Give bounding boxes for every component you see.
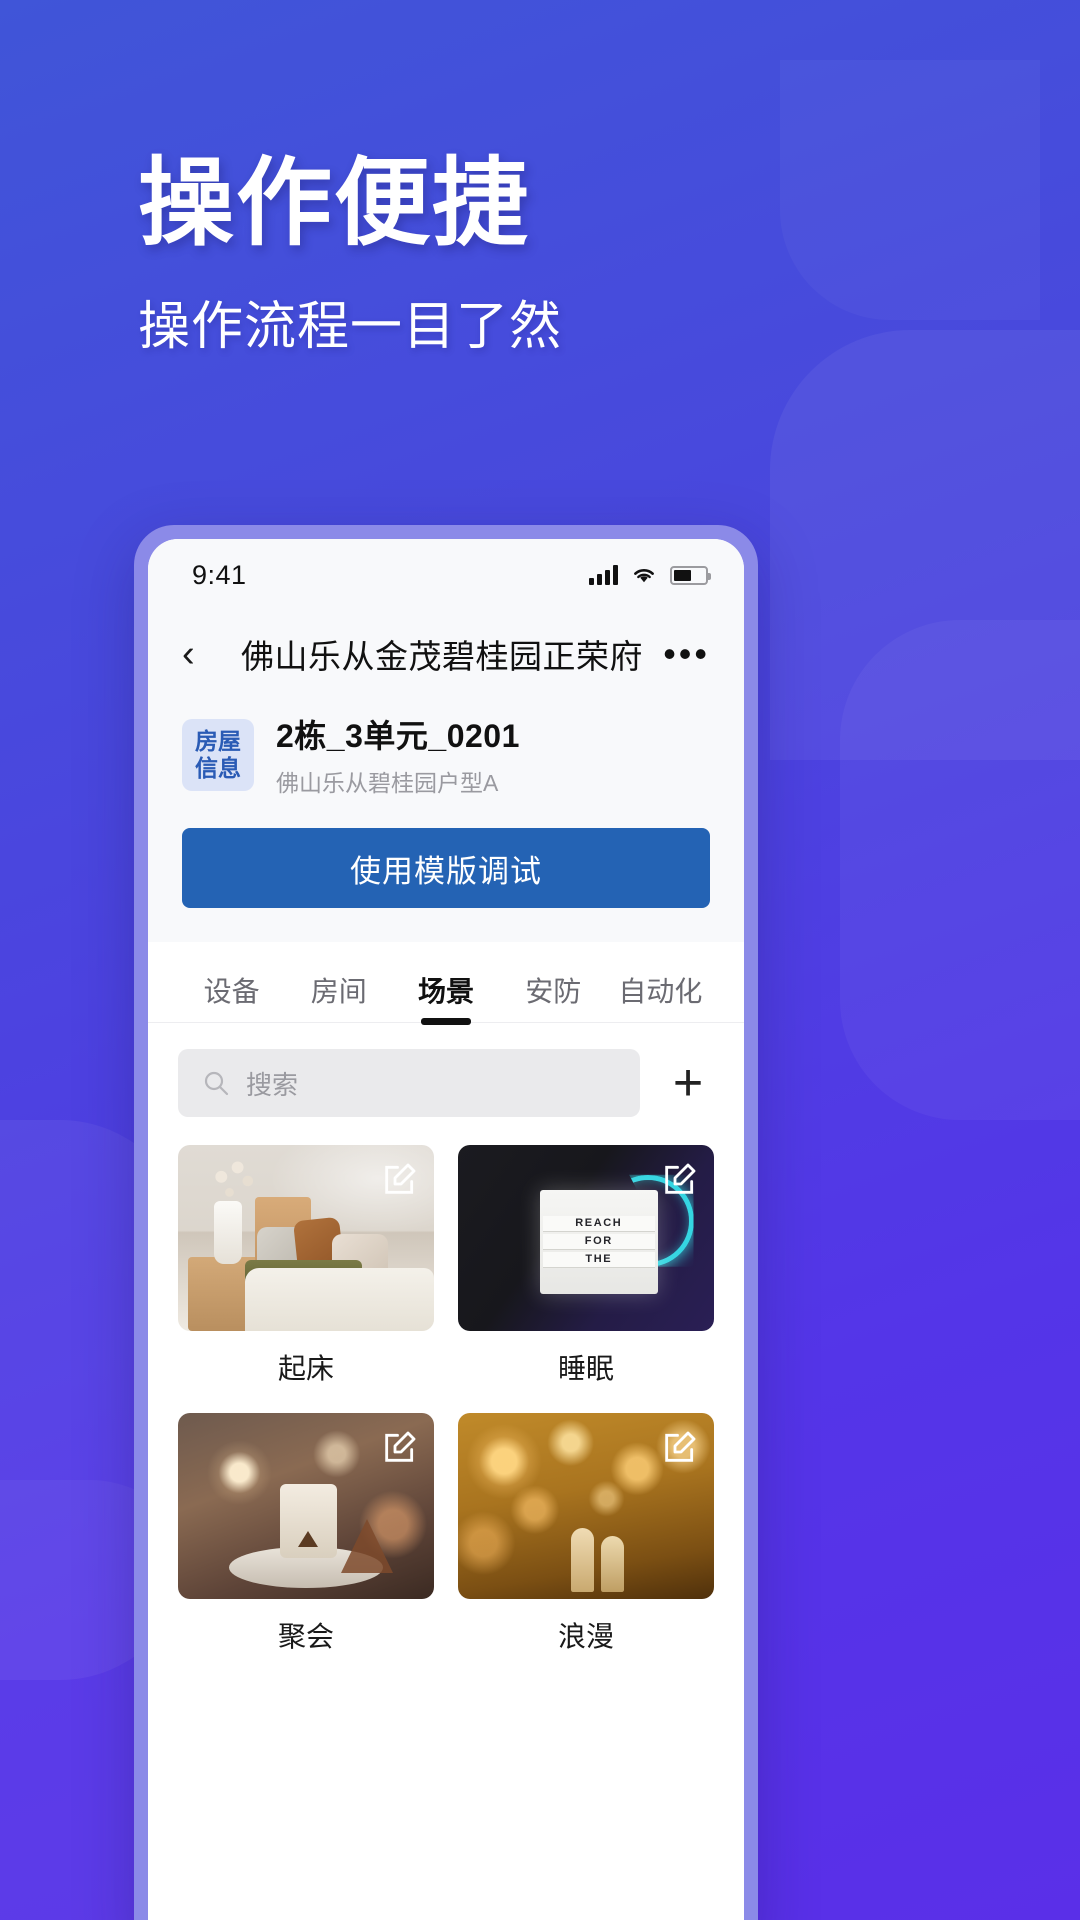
signal-icon [589, 565, 618, 585]
badge-line-2: 信息 [195, 754, 241, 781]
scene-card-wakeup[interactable]: 起床 [178, 1145, 434, 1387]
scene-grid: 起床 REACH FOR THE 睡眠 聚会 浪漫 [148, 1135, 744, 1655]
wifi-icon [634, 569, 654, 583]
edit-pencil-icon[interactable] [660, 1159, 700, 1199]
scene-thumbnail [178, 1145, 434, 1331]
tab-devices[interactable]: 设备 [178, 970, 285, 1022]
tab-security[interactable]: 安防 [500, 970, 607, 1022]
battery-icon [670, 565, 711, 585]
house-info-row[interactable]: 房屋 信息 2栋_3单元_0201 佛山乐从碧桂园户型A [148, 697, 744, 820]
edit-pencil-icon[interactable] [660, 1427, 700, 1467]
search-icon [204, 1071, 229, 1096]
back-chevron-icon[interactable]: ‹ [182, 635, 226, 673]
tab-automation[interactable]: 自动化 [607, 970, 714, 1022]
phone-screen: 9:41 ‹ 佛山乐从金茂碧桂园正荣府 ••• 房屋 信息 2栋_3单元_020… [148, 539, 744, 1920]
status-time: 9:41 [192, 559, 247, 590]
tab-rooms[interactable]: 房间 [285, 970, 392, 1022]
background-shape-right-lower [840, 620, 1080, 1120]
lightbox-line-3: THE [542, 1251, 655, 1268]
use-template-debug-button[interactable]: 使用模版调试 [182, 828, 710, 908]
phone-mockup: 9:41 ‹ 佛山乐从金茂碧桂园正荣府 ••• 房屋 信息 2栋_3单元_020… [134, 525, 758, 1920]
background-shape-right-upper [770, 330, 1080, 760]
tab-bar: 设备 房间 场景 安防 自动化 [148, 942, 744, 1023]
edit-pencil-icon[interactable] [380, 1427, 420, 1467]
edit-pencil-icon[interactable] [380, 1159, 420, 1199]
house-layout-subtitle: 佛山乐从碧桂园户型A [276, 770, 499, 796]
promo-page: 操作便捷 操作流程一目了然 9:41 ‹ 佛山乐从金茂碧桂园正荣府 ••• 房屋… [0, 0, 1080, 1920]
scene-label: 浪漫 [557, 1621, 614, 1652]
status-icons [589, 565, 711, 585]
house-unit-title: 2栋_3单元_0201 [276, 718, 520, 754]
house-info-badge: 房屋 信息 [182, 718, 254, 791]
primary-button-wrap: 使用模版调试 [148, 820, 744, 942]
badge-line-1: 房屋 [195, 728, 241, 755]
lightbox-line-2: FOR [542, 1233, 655, 1250]
scene-card-sleep[interactable]: REACH FOR THE 睡眠 [458, 1145, 714, 1387]
scene-thumbnail [458, 1413, 714, 1599]
scene-card-party[interactable]: 聚会 [178, 1413, 434, 1655]
add-scene-button[interactable]: + [662, 1057, 714, 1109]
lightbox-sign: REACH FOR THE [539, 1189, 658, 1294]
more-horizontal-icon[interactable]: ••• [658, 636, 710, 671]
status-bar: 9:41 [148, 539, 744, 611]
background-shape-topright [780, 60, 1040, 320]
scene-label: 睡眠 [557, 1353, 614, 1384]
search-input[interactable]: 搜索 [178, 1049, 640, 1117]
tab-scenes[interactable]: 场景 [392, 970, 499, 1022]
house-info-meta: 2栋_3单元_0201 佛山乐从碧桂园户型A [276, 711, 520, 798]
search-row: 搜索 + [148, 1023, 744, 1135]
scene-label: 聚会 [277, 1621, 334, 1652]
scene-thumbnail: REACH FOR THE [458, 1145, 714, 1331]
lightbox-line-1: REACH [542, 1215, 655, 1232]
search-placeholder: 搜索 [246, 1069, 299, 1100]
app-navbar: ‹ 佛山乐从金茂碧桂园正荣府 ••• [148, 611, 744, 697]
hero-title: 操作便捷 [138, 150, 530, 257]
hero-text-block: 操作便捷 操作流程一目了然 [138, 150, 562, 359]
scene-card-romance[interactable]: 浪漫 [458, 1413, 714, 1655]
hero-subtitle: 操作流程一目了然 [138, 297, 563, 356]
scene-label: 起床 [277, 1353, 334, 1384]
scene-thumbnail [178, 1413, 434, 1599]
page-title: 佛山乐从金茂碧桂园正荣府 [241, 638, 643, 675]
